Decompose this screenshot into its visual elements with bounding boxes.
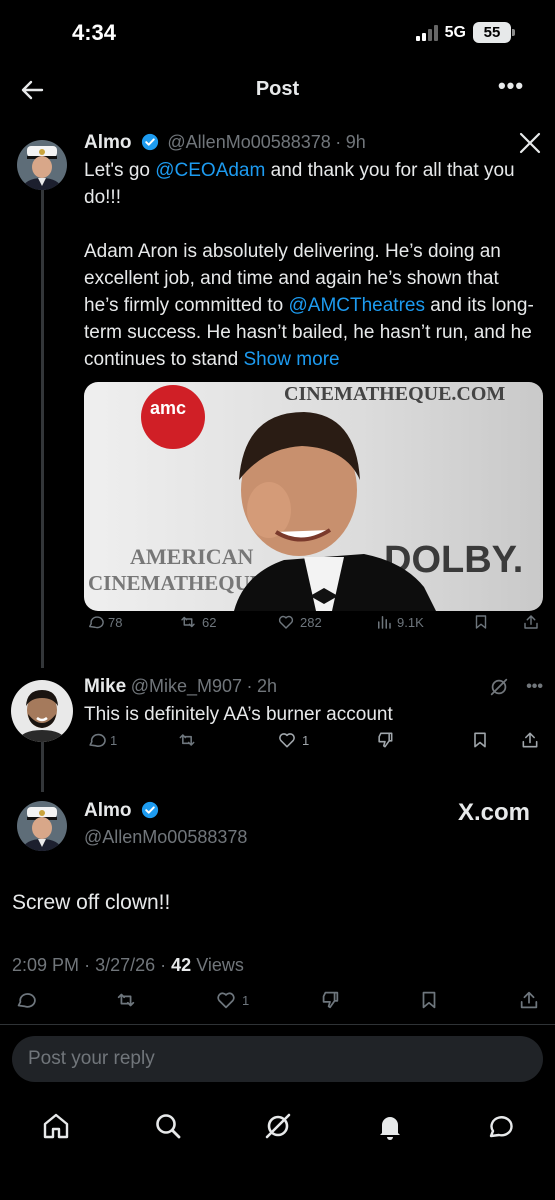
user-handle[interactable]: @AllenMo00588378 [167,132,330,152]
top-nav: Post ••• [0,68,555,112]
battery-icon: 55 [473,22,515,43]
heart-icon [217,992,235,1009]
bookmark-icon[interactable] [418,989,440,1011]
reply-input[interactable] [28,1036,527,1082]
reply-icon [89,733,106,747]
retweet-icon [181,616,195,628]
tweet-text: This is definitely AA’s burner account [84,704,393,725]
views-label: Views [196,955,244,975]
bookmark-icon[interactable] [472,613,490,631]
mention-link[interactable]: @AMCTheatres [288,295,425,316]
dislike-icon[interactable] [318,989,342,1011]
reply-button[interactable]: 78 [86,613,122,631]
tweet-text: Screw off clown!! [12,891,171,914]
separator: · [246,676,253,696]
display-name[interactable]: Almo [84,132,132,153]
bell-icon[interactable] [374,1110,406,1142]
divider [0,1024,555,1025]
photo: CINEMATHEQUE.COM amc AMERICAN CINEMATHEQ… [84,382,543,611]
tweet-header: Almo [84,800,163,822]
post-date: 3/27/26 [95,955,156,975]
user-handle[interactable]: @Mike_M907 [131,676,242,696]
like-count: 1 [302,732,310,748]
avatar[interactable] [17,140,67,190]
avatar-image [11,680,73,742]
avatar[interactable] [11,680,73,742]
views-count[interactable]: 42 [171,955,191,975]
more-options-button[interactable]: ••• [493,74,529,106]
like-count: 1 [242,992,250,1008]
share-icon[interactable] [522,613,540,631]
separator: · [160,955,167,975]
display-name[interactable]: Mike [84,676,126,697]
backdrop-text: AMERICAN [130,544,254,569]
like-button[interactable]: 1 [214,989,249,1011]
avatar-image [17,801,67,851]
reply-icon [89,616,104,629]
avatar[interactable] [17,801,67,851]
avatar-image [17,140,67,190]
signal-icon [415,24,438,41]
display-name[interactable]: Almo [84,800,132,821]
show-more-link[interactable]: Show more [244,349,340,370]
heart-icon [278,615,294,629]
reply-icon[interactable] [14,989,36,1011]
search-icon[interactable] [152,1110,184,1142]
views-button[interactable]: 9.1K [375,613,424,631]
like-count: 282 [300,614,322,630]
tweet-header-actions: ••• [488,676,543,698]
post-time[interactable]: 2h [257,676,277,696]
tweet-header: Mike @Mike_M907 · 2h [84,676,277,698]
retweet-icon[interactable] [114,989,138,1011]
messages-icon[interactable] [484,1110,516,1142]
retweet-icon[interactable] [176,730,198,750]
battery-level: 55 [483,24,501,41]
grok-icon[interactable] [262,1110,294,1142]
home-icon[interactable] [40,1110,72,1142]
separator: · [84,955,91,975]
retweet-button[interactable]: 62 [178,613,216,631]
share-icon[interactable] [518,989,540,1011]
grok-icon[interactable] [488,676,510,698]
reply-button[interactable]: 1 [86,730,117,750]
more-options-button[interactable]: ••• [526,678,543,696]
reply-count: 1 [110,732,118,748]
reply-count: 78 [108,614,123,630]
tweet-media-photo[interactable]: CINEMATHEQUE.COM amc AMERICAN CINEMATHEQ… [84,382,543,611]
post-time[interactable]: 9h [346,132,366,152]
text-segment: Let's go [84,160,156,181]
retweet-count: 62 [202,614,217,630]
dislike-icon[interactable] [374,730,396,750]
bookmark-icon[interactable] [470,730,490,750]
x-com-watermark: X.com [457,799,530,826]
status-time: 4:34 [72,20,117,45]
amc-logo-text: amc [150,398,186,418]
like-button[interactable]: 1 [276,730,309,750]
views-icon [378,616,391,629]
reply-composer [12,1036,543,1082]
views-count: 9.1K [397,614,424,630]
user-handle[interactable]: @AllenMo00588378 [84,827,247,848]
verified-badge-icon [141,133,159,151]
heart-icon [279,733,295,748]
backdrop-text: CINEMATHEQUE.COM [284,383,505,405]
status-bar: 4:34 5G 55 [0,0,555,62]
thread-line [41,190,44,668]
like-button[interactable]: 282 [276,613,322,631]
tweet-metadata: 2:09 PM · 3/27/26 · 42 Views [12,955,244,976]
network-label: 5G [444,23,466,41]
tweet-header: Almo @AllenMo00588378 · 9h [84,132,366,154]
mention-link[interactable]: @CEOAdam [155,160,265,181]
bottom-tab-bar [0,1100,555,1150]
status-indicators: 5G 55 [415,22,515,43]
share-icon[interactable] [520,730,540,750]
separator: · [335,132,342,152]
post-time: 2:09 PM [12,955,80,975]
thread-line [41,740,44,792]
tweet-text: Let's go @CEOAdam and thank you for all … [84,157,534,373]
page-title: Post [255,78,300,100]
verified-badge-icon [141,801,159,819]
